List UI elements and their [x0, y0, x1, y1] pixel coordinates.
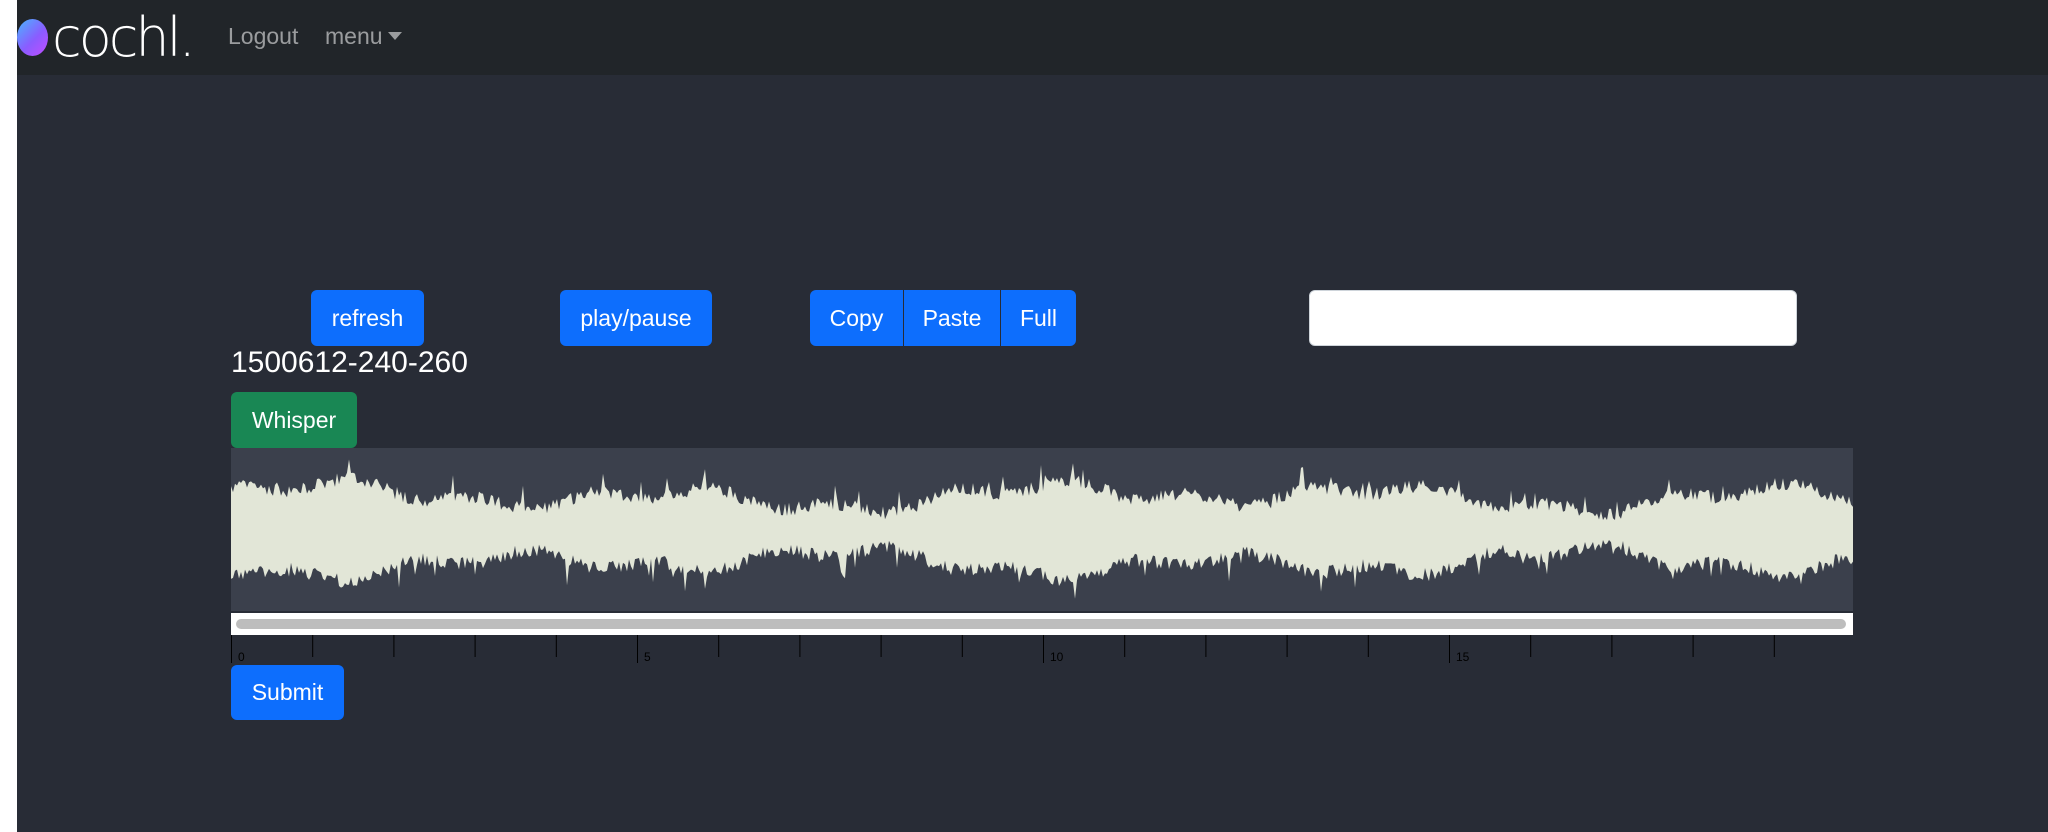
submit-button[interactable]: Submit [231, 665, 344, 720]
text-input[interactable] [1309, 290, 1797, 346]
scrollbar-thumb[interactable] [236, 619, 1846, 629]
logo-dot-icon [17, 19, 48, 56]
timeline-label: 5 [644, 650, 651, 664]
play-pause-button[interactable]: play/pause [560, 290, 712, 346]
app-root: cochl. Logout menu refresh play/pause Co… [17, 0, 2048, 832]
timeline: 0 5 10 15 [231, 635, 1853, 665]
logout-link[interactable]: Logout [228, 0, 298, 75]
menu-label: menu [325, 23, 383, 49]
paste-button[interactable]: Paste [904, 290, 1000, 346]
caret-down-icon [387, 32, 402, 40]
refresh-button[interactable]: refresh [311, 290, 424, 346]
timeline-label: 15 [1456, 650, 1470, 664]
whisper-button[interactable]: Whisper [231, 392, 357, 448]
clip-id-title: 1500612-240-260 [231, 346, 468, 379]
brand-text: cochl. [52, 6, 196, 69]
full-button[interactable]: Full [1001, 290, 1076, 346]
navbar: cochl. Logout menu [17, 0, 2048, 75]
menu-dropdown[interactable]: menu [325, 0, 402, 75]
timeline-label: 10 [1050, 650, 1064, 664]
audio-waveform[interactable] [231, 448, 1853, 611]
waveform-svg [231, 459, 1853, 599]
copy-button[interactable]: Copy [810, 290, 903, 346]
brand-logo[interactable]: cochl. [17, 0, 196, 75]
waveform-shape [231, 459, 1853, 599]
timeline-label: 0 [238, 650, 245, 664]
timeline-svg: 0 5 10 15 [231, 635, 1775, 664]
waveform-scrollbar[interactable] [231, 613, 1853, 635]
